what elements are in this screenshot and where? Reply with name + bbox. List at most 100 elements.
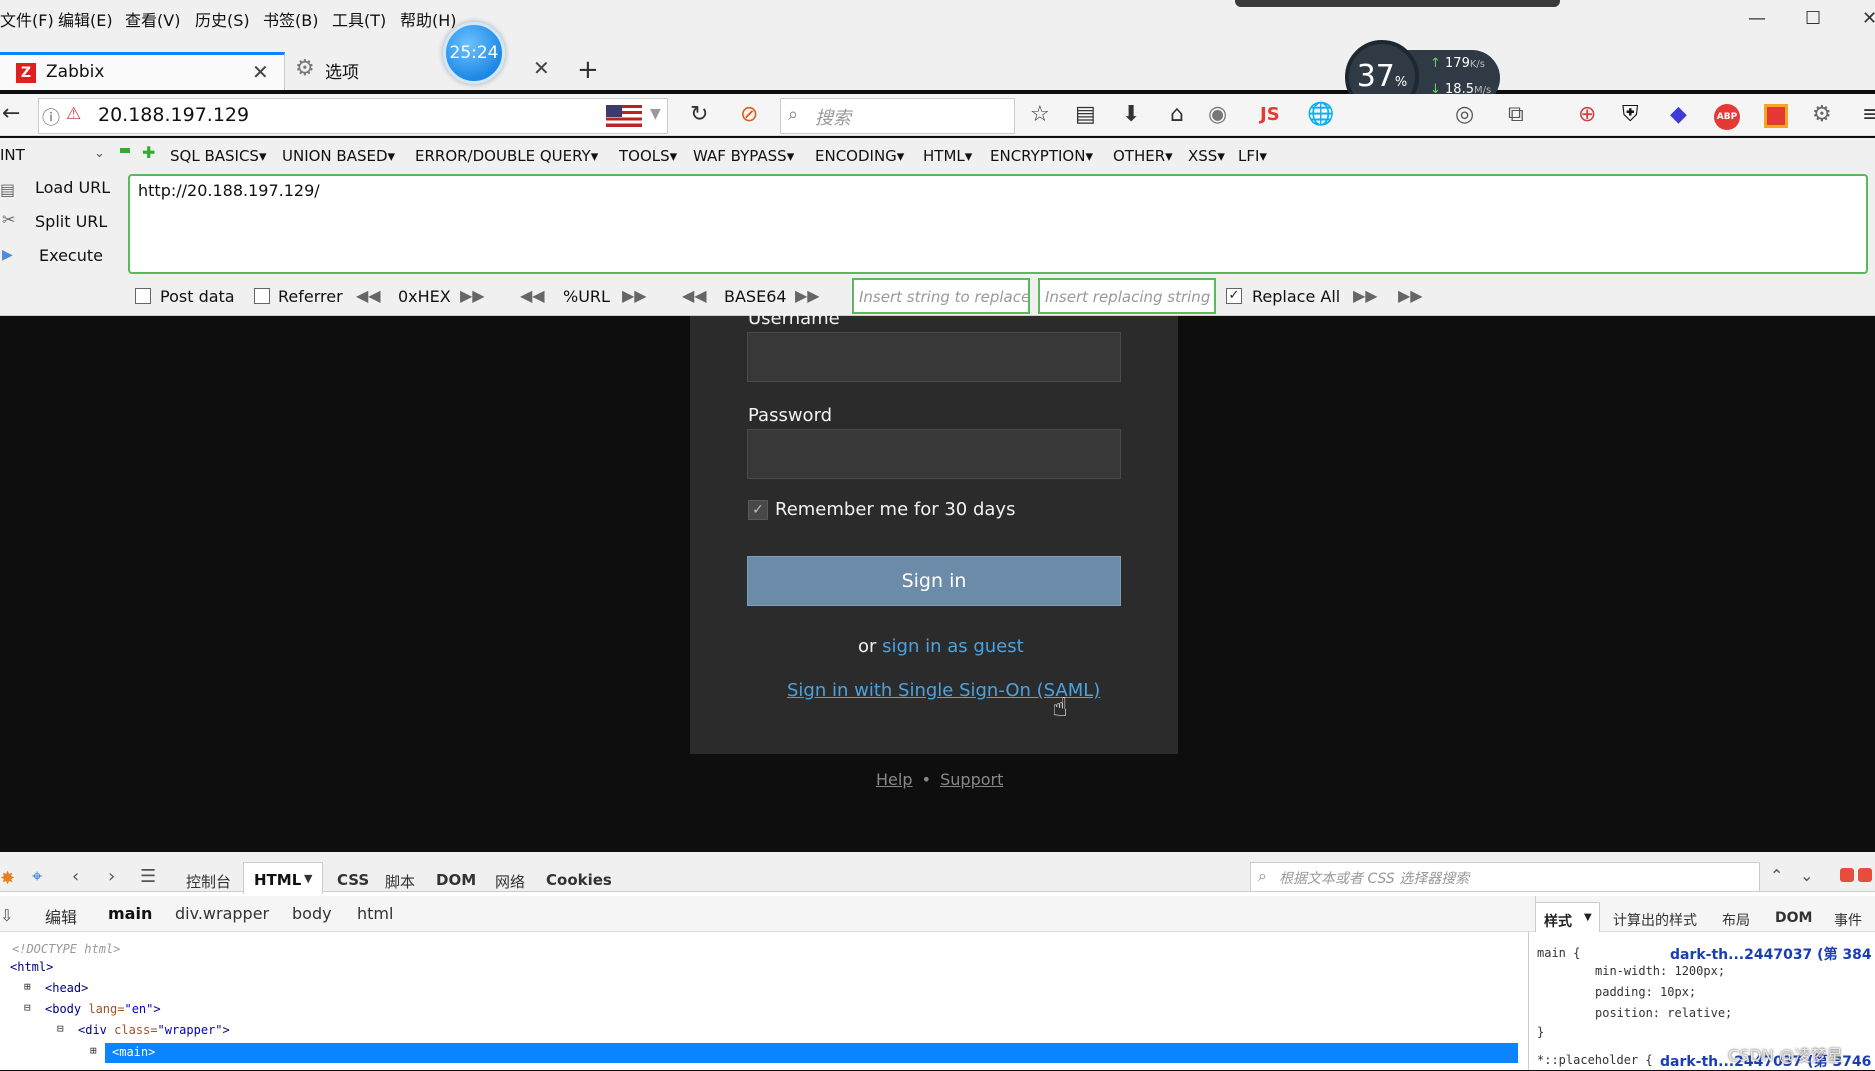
edit-icon[interactable]: ⇩	[0, 906, 13, 925]
us-flag-icon[interactable]	[606, 105, 642, 127]
html-node[interactable]: <html>	[10, 960, 53, 974]
hackbar-lfi[interactable]: LFI▾	[1238, 147, 1267, 165]
back-arrow-icon[interactable]: ←	[2, 101, 20, 126]
settings-icon[interactable]: ⚙	[1812, 102, 1832, 127]
base64-encode-arrow-icon[interactable]: ▶▶	[795, 286, 825, 305]
hackbar-encryption[interactable]: ENCRYPTION▾	[990, 147, 1093, 165]
tab-events[interactable]: 事件	[1834, 910, 1862, 930]
sign-in-button[interactable]: Sign in	[747, 556, 1121, 606]
forward-icon[interactable]: ›	[108, 866, 115, 887]
tab-css[interactable]: CSS	[337, 871, 369, 889]
guest-link[interactable]: sign in as guest	[882, 636, 1024, 657]
menu-edit[interactable]: 编辑(E)	[58, 7, 113, 31]
replace-all-checkbox[interactable]: ✓	[1226, 288, 1242, 304]
tab-side-dom[interactable]: DOM	[1775, 910, 1812, 926]
split-url-button[interactable]: Split URL	[35, 212, 107, 231]
crumb-div-wrapper[interactable]: div.wrapper	[175, 904, 269, 923]
hackbar-type-select[interactable]: INT ⌄	[0, 143, 110, 169]
download-icon[interactable]: ⬇	[1122, 102, 1140, 127]
minimize-panel-icon[interactable]	[1840, 868, 1854, 882]
post-data-checkbox[interactable]	[135, 288, 151, 304]
search-prev-icon[interactable]: ⌃	[1770, 866, 1783, 885]
load-url-button[interactable]: Load URL	[35, 178, 110, 197]
reload-icon[interactable]: ↻	[690, 102, 708, 127]
info-icon[interactable]: ⓘ	[42, 104, 60, 130]
hackbar-xss[interactable]: XSS▾	[1188, 147, 1225, 165]
prop-min-width[interactable]: min-width: 1200px;	[1595, 964, 1725, 978]
shield-icon[interactable]: ⛨	[1622, 102, 1639, 127]
screenshot-icon[interactable]: ⧉	[1508, 102, 1524, 127]
maximize-icon[interactable]: ☐	[1805, 8, 1821, 29]
crumb-body[interactable]: body	[292, 904, 332, 923]
url-text[interactable]: 20.188.197.129	[98, 104, 249, 126]
replace-arrow-2-icon[interactable]: ▶▶	[1398, 286, 1428, 305]
hackbar-sql-basics[interactable]: SQL BASICS▾	[170, 147, 266, 165]
url-decode-arrow-icon[interactable]: ◀◀	[520, 286, 550, 305]
body-node[interactable]: <body lang="en">	[45, 1002, 161, 1016]
replace-to-input[interactable]: Insert replacing string	[1038, 278, 1216, 314]
menu-history[interactable]: 历史(S)	[195, 7, 250, 31]
username-input[interactable]	[747, 332, 1121, 382]
menu-help[interactable]: 帮助(H)	[400, 7, 457, 31]
mask-icon[interactable]: ◎	[1455, 102, 1474, 127]
minimize-icon[interactable]: —	[1748, 8, 1766, 29]
hackbar-error-double[interactable]: ERROR/DOUBLE QUERY▾	[415, 147, 598, 165]
tab-dom[interactable]: DOM	[436, 871, 476, 889]
tab-zabbix[interactable]: Z Zabbix ✕	[0, 52, 285, 90]
hackbar-other[interactable]: OTHER▾	[1113, 147, 1173, 165]
home-icon[interactable]: ⌂	[1170, 102, 1184, 127]
rule-source-link[interactable]: dark-th...2447037 (第 384 行)	[1670, 944, 1875, 964]
chevron-down-icon[interactable]: ▼	[650, 106, 661, 122]
hackbar-tools[interactable]: TOOLS▾	[619, 147, 677, 165]
reading-list-icon[interactable]: ▤	[1075, 102, 1096, 127]
edit-button[interactable]: 编辑	[45, 904, 77, 928]
adblock-icon[interactable]: ABP	[1714, 104, 1740, 130]
new-tab-button[interactable]: +	[577, 55, 599, 85]
tab-styles[interactable]: 样式 ▼	[1535, 902, 1600, 932]
tab-cookies[interactable]: Cookies	[546, 871, 612, 889]
diamond-icon[interactable]: ◆	[1670, 102, 1687, 127]
head-node[interactable]: <head>	[45, 981, 88, 995]
help-link[interactable]: Help	[876, 770, 912, 789]
url-encode-arrow-icon[interactable]: ▶▶	[622, 286, 652, 305]
inspect-icon[interactable]: ⌖	[32, 866, 42, 887]
prop-padding[interactable]: padding: 10px;	[1595, 985, 1696, 999]
extension-red-icon[interactable]	[1764, 104, 1788, 128]
minus-icon[interactable]	[120, 148, 130, 153]
blocker-icon[interactable]: ⊘	[740, 102, 758, 127]
close-panel-icon[interactable]	[1858, 868, 1872, 882]
prop-position[interactable]: position: relative;	[1595, 1006, 1732, 1020]
expand-main-icon[interactable]: ⊞	[90, 1044, 97, 1057]
div-wrapper-node[interactable]: <div class="wrapper">	[78, 1023, 230, 1037]
menu-tools[interactable]: 工具(T)	[332, 7, 386, 31]
menu-view[interactable]: 查看(V)	[125, 7, 180, 31]
tab-html[interactable]: HTML ▼	[243, 862, 323, 894]
firebug-icon[interactable]: ✸	[0, 868, 15, 889]
menu-icon[interactable]: ≡	[1862, 102, 1875, 127]
tab-script[interactable]: 脚本	[385, 871, 415, 892]
star-icon[interactable]: ☆	[1030, 102, 1050, 127]
password-input[interactable]	[747, 429, 1121, 479]
menu-file[interactable]: 文件(F)	[0, 7, 54, 31]
replace-arrow-icon[interactable]: ▶▶	[1353, 286, 1383, 305]
close-tab-icon[interactable]: ✕	[533, 56, 550, 80]
support-link[interactable]: Support	[940, 770, 1003, 789]
globe-icon[interactable]: 🌐	[1307, 102, 1334, 127]
tab-layout[interactable]: 布局	[1722, 910, 1750, 930]
tab-computed[interactable]: 计算出的样式	[1613, 910, 1697, 930]
remember-checkbox[interactable]: ✓	[748, 500, 768, 520]
search-next-icon[interactable]: ⌄	[1800, 866, 1813, 885]
tab-network[interactable]: 网络	[495, 871, 525, 892]
hackbar-union-based[interactable]: UNION BASED▾	[282, 147, 395, 165]
hackbar-waf-bypass[interactable]: WAF BYPASS▾	[693, 147, 794, 165]
devtools-search-input[interactable]: 根据文本或者 CSS 选择器搜索	[1250, 862, 1760, 892]
hackbar-html[interactable]: HTML▾	[923, 147, 972, 165]
menu-bookmarks[interactable]: 书签(B)	[263, 7, 318, 31]
execute-button[interactable]: Execute	[39, 246, 103, 265]
back-icon[interactable]: ‹	[72, 866, 79, 887]
base64-decode-arrow-icon[interactable]: ◀◀	[682, 286, 712, 305]
zoom-icon[interactable]: ⊕	[1578, 102, 1596, 127]
main-node[interactable]: <main>	[112, 1045, 155, 1059]
tab-console[interactable]: 控制台	[186, 871, 231, 892]
extension-icon[interactable]: ◉	[1208, 102, 1227, 127]
